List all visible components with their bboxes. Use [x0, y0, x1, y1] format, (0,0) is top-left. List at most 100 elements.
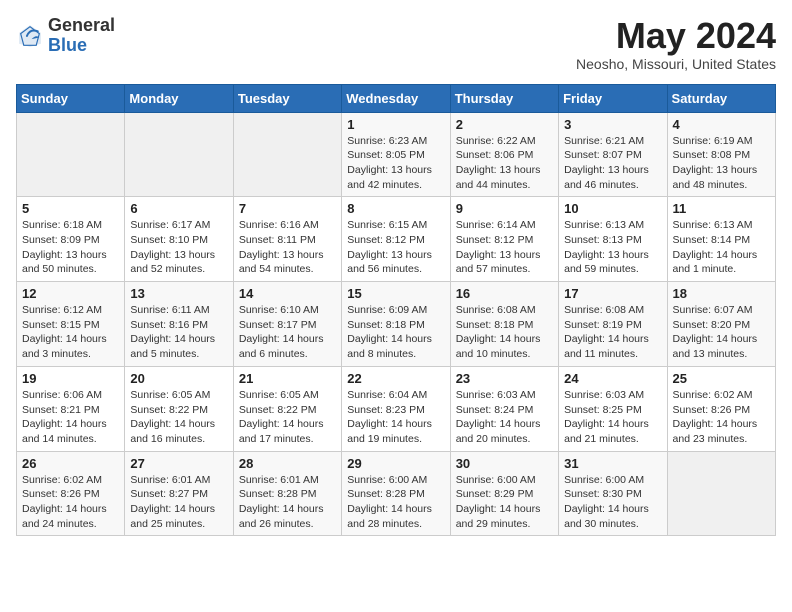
day-number: 26 [22, 456, 119, 471]
day-number: 20 [130, 371, 227, 386]
day-number: 4 [673, 117, 770, 132]
day-info: Sunrise: 6:02 AM Sunset: 8:26 PM Dayligh… [22, 473, 119, 532]
weekday-header: Friday [559, 84, 667, 112]
day-number: 5 [22, 201, 119, 216]
calendar-day-cell: 8 Sunrise: 6:15 AM Sunset: 8:12 PM Daylig… [342, 197, 450, 282]
day-info: Sunrise: 6:02 AM Sunset: 8:26 PM Dayligh… [673, 388, 770, 447]
day-info: Sunrise: 6:06 AM Sunset: 8:21 PM Dayligh… [22, 388, 119, 447]
calendar-day-cell: 5 Sunrise: 6:18 AM Sunset: 8:09 PM Daylig… [17, 197, 125, 282]
day-info: Sunrise: 6:01 AM Sunset: 8:28 PM Dayligh… [239, 473, 336, 532]
calendar-day-cell: 4 Sunrise: 6:19 AM Sunset: 8:08 PM Daylig… [667, 112, 775, 197]
logo-text: General Blue [48, 16, 115, 56]
day-number: 19 [22, 371, 119, 386]
day-number: 24 [564, 371, 661, 386]
day-info: Sunrise: 6:12 AM Sunset: 8:15 PM Dayligh… [22, 303, 119, 362]
day-info: Sunrise: 6:08 AM Sunset: 8:18 PM Dayligh… [456, 303, 553, 362]
calendar-day-cell [233, 112, 341, 197]
calendar-day-cell: 30 Sunrise: 6:00 AM Sunset: 8:29 PM Dayli… [450, 451, 558, 536]
day-number: 28 [239, 456, 336, 471]
day-info: Sunrise: 6:10 AM Sunset: 8:17 PM Dayligh… [239, 303, 336, 362]
calendar-day-cell: 13 Sunrise: 6:11 AM Sunset: 8:16 PM Dayli… [125, 282, 233, 367]
day-number: 18 [673, 286, 770, 301]
weekday-header: Thursday [450, 84, 558, 112]
day-number: 11 [673, 201, 770, 216]
calendar-day-cell: 15 Sunrise: 6:09 AM Sunset: 8:18 PM Dayli… [342, 282, 450, 367]
day-info: Sunrise: 6:00 AM Sunset: 8:28 PM Dayligh… [347, 473, 444, 532]
calendar-table: SundayMondayTuesdayWednesdayThursdayFrid… [16, 84, 776, 537]
day-info: Sunrise: 6:23 AM Sunset: 8:05 PM Dayligh… [347, 134, 444, 193]
day-number: 13 [130, 286, 227, 301]
day-info: Sunrise: 6:22 AM Sunset: 8:06 PM Dayligh… [456, 134, 553, 193]
day-info: Sunrise: 6:00 AM Sunset: 8:29 PM Dayligh… [456, 473, 553, 532]
weekday-header: Saturday [667, 84, 775, 112]
day-number: 25 [673, 371, 770, 386]
logo-icon [16, 22, 44, 50]
calendar-week-row: 1 Sunrise: 6:23 AM Sunset: 8:05 PM Daylig… [17, 112, 776, 197]
day-info: Sunrise: 6:07 AM Sunset: 8:20 PM Dayligh… [673, 303, 770, 362]
day-number: 22 [347, 371, 444, 386]
day-info: Sunrise: 6:08 AM Sunset: 8:19 PM Dayligh… [564, 303, 661, 362]
day-number: 3 [564, 117, 661, 132]
calendar-day-cell: 28 Sunrise: 6:01 AM Sunset: 8:28 PM Dayli… [233, 451, 341, 536]
weekday-header: Wednesday [342, 84, 450, 112]
day-info: Sunrise: 6:03 AM Sunset: 8:25 PM Dayligh… [564, 388, 661, 447]
calendar-day-cell: 26 Sunrise: 6:02 AM Sunset: 8:26 PM Dayli… [17, 451, 125, 536]
calendar-day-cell: 10Sunrise: 6:13 AM Sunset: 8:13 PM Dayli… [559, 197, 667, 282]
day-number: 10 [564, 201, 661, 216]
calendar-day-cell [125, 112, 233, 197]
day-info: Sunrise: 6:09 AM Sunset: 8:18 PM Dayligh… [347, 303, 444, 362]
day-number: 21 [239, 371, 336, 386]
calendar-day-cell: 27Sunrise: 6:01 AM Sunset: 8:27 PM Dayli… [125, 451, 233, 536]
day-info: Sunrise: 6:15 AM Sunset: 8:12 PM Dayligh… [347, 218, 444, 277]
day-info: Sunrise: 6:17 AM Sunset: 8:10 PM Dayligh… [130, 218, 227, 277]
calendar-day-cell [667, 451, 775, 536]
title-block: May 2024 Neosho, Missouri, United States [576, 16, 776, 72]
day-number: 23 [456, 371, 553, 386]
calendar-day-cell: 11 Sunrise: 6:13 AM Sunset: 8:14 PM Dayli… [667, 197, 775, 282]
calendar-day-cell: 29Sunrise: 6:00 AM Sunset: 8:28 PM Dayli… [342, 451, 450, 536]
day-number: 7 [239, 201, 336, 216]
calendar-day-cell: 9Sunrise: 6:14 AM Sunset: 8:12 PM Daylig… [450, 197, 558, 282]
page-header: General Blue May 2024 Neosho, Missouri, … [16, 16, 776, 72]
day-number: 9 [456, 201, 553, 216]
calendar-day-cell: 20 Sunrise: 6:05 AM Sunset: 8:22 PM Dayli… [125, 366, 233, 451]
calendar-day-cell [17, 112, 125, 197]
day-info: Sunrise: 6:01 AM Sunset: 8:27 PM Dayligh… [130, 473, 227, 532]
calendar-day-cell: 16 Sunrise: 6:08 AM Sunset: 8:18 PM Dayli… [450, 282, 558, 367]
weekday-header: Tuesday [233, 84, 341, 112]
calendar-day-cell: 21Sunrise: 6:05 AM Sunset: 8:22 PM Dayli… [233, 366, 341, 451]
calendar-day-cell: 2Sunrise: 6:22 AM Sunset: 8:06 PM Daylig… [450, 112, 558, 197]
day-number: 16 [456, 286, 553, 301]
day-number: 6 [130, 201, 227, 216]
day-number: 15 [347, 286, 444, 301]
calendar-day-cell: 3 Sunrise: 6:21 AM Sunset: 8:07 PM Daylig… [559, 112, 667, 197]
day-number: 12 [22, 286, 119, 301]
day-info: Sunrise: 6:04 AM Sunset: 8:23 PM Dayligh… [347, 388, 444, 447]
calendar-week-row: 12 Sunrise: 6:12 AM Sunset: 8:15 PM Dayli… [17, 282, 776, 367]
day-number: 1 [347, 117, 444, 132]
location: Neosho, Missouri, United States [576, 56, 776, 72]
day-info: Sunrise: 6:03 AM Sunset: 8:24 PM Dayligh… [456, 388, 553, 447]
calendar-day-cell: 25 Sunrise: 6:02 AM Sunset: 8:26 PM Dayli… [667, 366, 775, 451]
calendar-day-cell: 23 Sunrise: 6:03 AM Sunset: 8:24 PM Dayli… [450, 366, 558, 451]
calendar-week-row: 26 Sunrise: 6:02 AM Sunset: 8:26 PM Dayli… [17, 451, 776, 536]
day-number: 30 [456, 456, 553, 471]
day-number: 8 [347, 201, 444, 216]
weekday-header: Sunday [17, 84, 125, 112]
calendar-day-cell: 18 Sunrise: 6:07 AM Sunset: 8:20 PM Dayli… [667, 282, 775, 367]
calendar-day-cell: 14 Sunrise: 6:10 AM Sunset: 8:17 PM Dayli… [233, 282, 341, 367]
day-info: Sunrise: 6:21 AM Sunset: 8:07 PM Dayligh… [564, 134, 661, 193]
calendar-day-cell: 7Sunrise: 6:16 AM Sunset: 8:11 PM Daylig… [233, 197, 341, 282]
calendar-day-cell: 17Sunrise: 6:08 AM Sunset: 8:19 PM Dayli… [559, 282, 667, 367]
day-info: Sunrise: 6:11 AM Sunset: 8:16 PM Dayligh… [130, 303, 227, 362]
calendar-week-row: 5 Sunrise: 6:18 AM Sunset: 8:09 PM Daylig… [17, 197, 776, 282]
calendar-day-cell: 22 Sunrise: 6:04 AM Sunset: 8:23 PM Dayli… [342, 366, 450, 451]
day-info: Sunrise: 6:19 AM Sunset: 8:08 PM Dayligh… [673, 134, 770, 193]
calendar-day-cell: 24 Sunrise: 6:03 AM Sunset: 8:25 PM Dayli… [559, 366, 667, 451]
day-info: Sunrise: 6:00 AM Sunset: 8:30 PM Dayligh… [564, 473, 661, 532]
day-info: Sunrise: 6:05 AM Sunset: 8:22 PM Dayligh… [130, 388, 227, 447]
calendar-day-cell: 31Sunrise: 6:00 AM Sunset: 8:30 PM Dayli… [559, 451, 667, 536]
day-number: 14 [239, 286, 336, 301]
day-info: Sunrise: 6:18 AM Sunset: 8:09 PM Dayligh… [22, 218, 119, 277]
day-info: Sunrise: 6:13 AM Sunset: 8:14 PM Dayligh… [673, 218, 770, 277]
